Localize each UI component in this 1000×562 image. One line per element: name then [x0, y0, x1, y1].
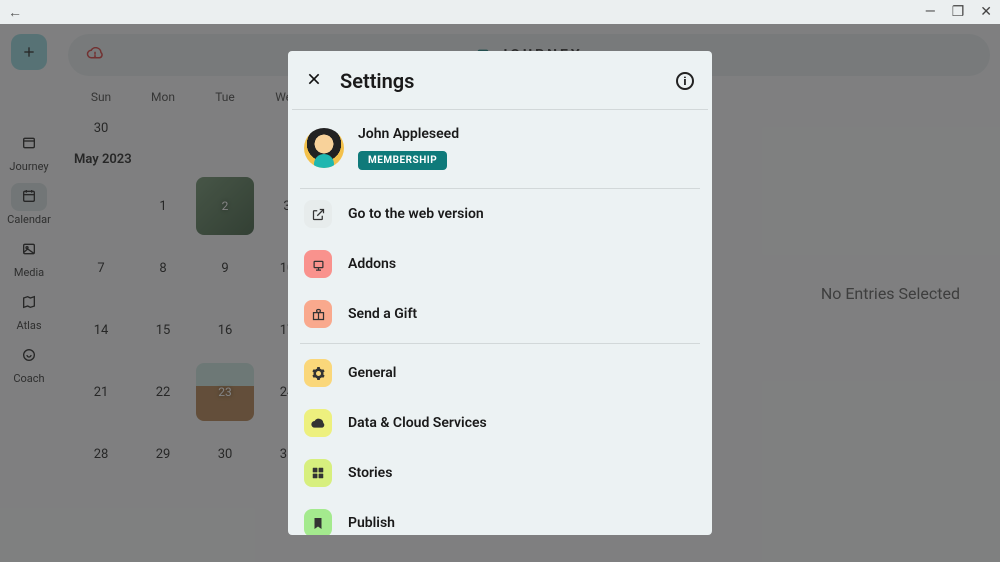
menu-label: Data & Cloud Services: [348, 415, 487, 431]
menu-label: General: [348, 365, 396, 381]
gift-icon: [304, 300, 332, 328]
close-window-button[interactable]: ✕: [980, 4, 992, 20]
close-icon[interactable]: [306, 71, 322, 92]
titlebar: ← — ❐ ✕: [0, 0, 1000, 24]
menu-addons[interactable]: Addons: [296, 239, 704, 289]
avatar: [304, 128, 344, 168]
addons-icon: [304, 250, 332, 278]
external-link-icon: [304, 200, 332, 228]
menu-send-gift[interactable]: Send a Gift: [296, 289, 704, 339]
settings-title: Settings: [340, 69, 658, 93]
menu-publish[interactable]: Publish: [296, 498, 704, 535]
grid-icon: [304, 459, 332, 487]
restore-button[interactable]: ❐: [952, 4, 965, 20]
menu-label: Send a Gift: [348, 306, 417, 322]
membership-badge: MEMBERSHIP: [358, 151, 447, 170]
menu-label: Publish: [348, 515, 395, 531]
profile-row[interactable]: John Appleseed MEMBERSHIP: [296, 110, 704, 188]
settings-modal: Settings i John Appleseed MEMBERSHIP Go …: [288, 51, 712, 535]
bookmark-icon: [304, 509, 332, 535]
menu-label: Go to the web version: [348, 206, 484, 222]
minimize-button[interactable]: —: [925, 4, 936, 20]
menu-data-cloud[interactable]: Data & Cloud Services: [296, 398, 704, 448]
info-icon[interactable]: i: [676, 72, 694, 90]
gear-icon: [304, 359, 332, 387]
menu-web-version[interactable]: Go to the web version: [296, 189, 704, 239]
menu-label: Addons: [348, 256, 396, 272]
cloud-icon: [304, 409, 332, 437]
menu-stories[interactable]: Stories: [296, 448, 704, 498]
profile-name: John Appleseed: [358, 126, 459, 142]
menu-label: Stories: [348, 465, 392, 481]
menu-general[interactable]: General: [296, 348, 704, 398]
back-button[interactable]: ←: [8, 4, 22, 21]
